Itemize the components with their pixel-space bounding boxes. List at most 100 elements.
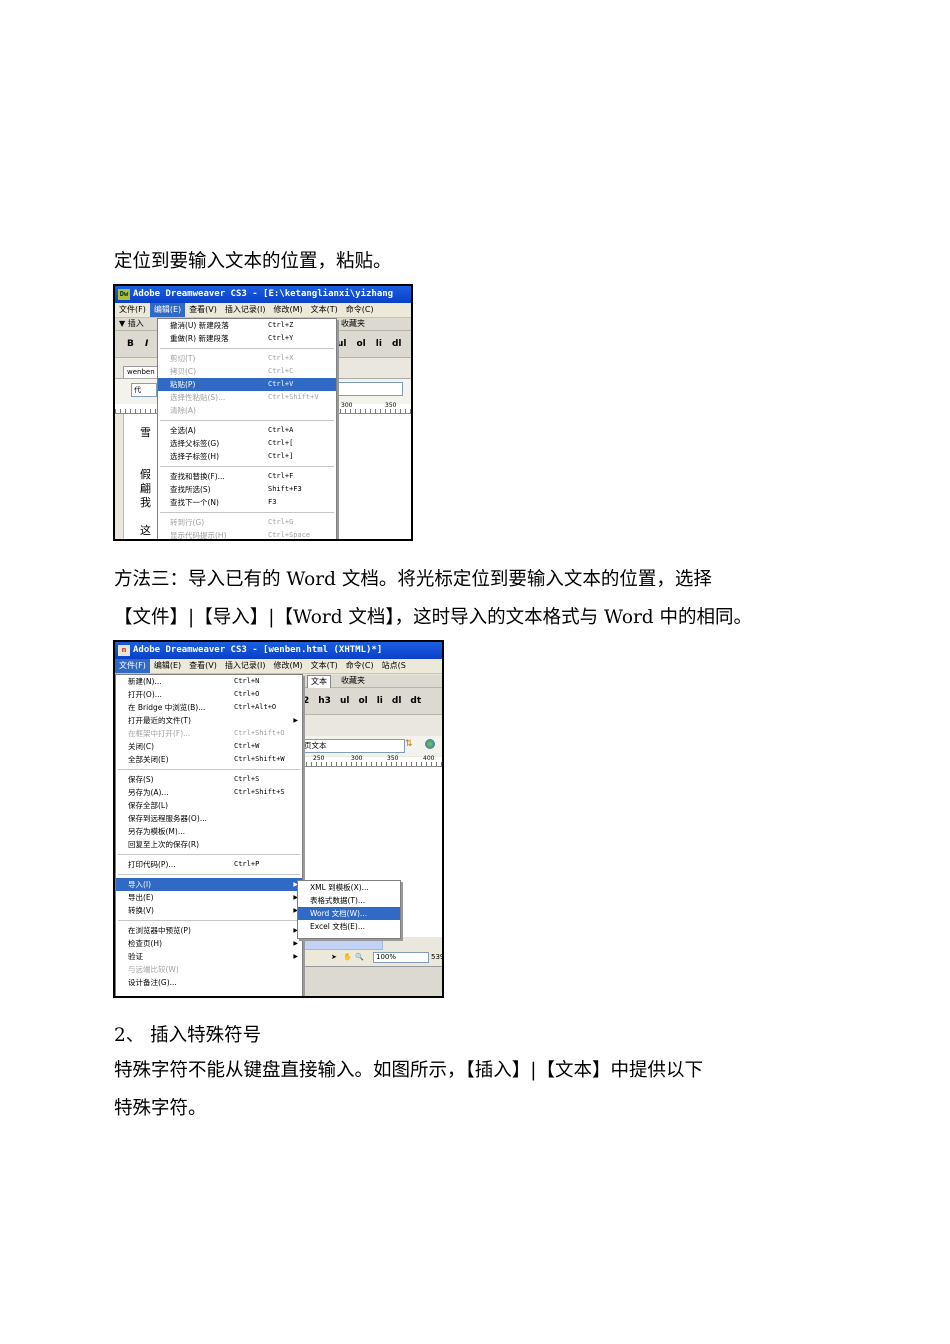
toolbar-button-dt[interactable]: dt	[410, 696, 421, 706]
menu-0[interactable]: 文件(F)	[115, 303, 150, 317]
ruler-mark: 350	[385, 402, 397, 409]
menu-item[interactable]: XML 到模板(X)...	[298, 881, 400, 894]
toolbar-button-ul[interactable]: ul	[337, 339, 347, 349]
menu-item[interactable]: 另存为模板(M)...	[116, 825, 302, 838]
menu-1[interactable]: 编辑(E)	[150, 659, 185, 673]
screenshot-file-menu: m Adobe Dreamweaver CS3 - [wenben.html (X…	[113, 640, 444, 998]
menu-item-shortcut: Ctrl+N	[234, 677, 260, 685]
menu-item-shortcut: Ctrl+Space	[268, 531, 311, 539]
menu-7[interactable]: 站点(S	[378, 659, 410, 673]
menu-item[interactable]: 在浏览器中预览(P) ▶	[116, 924, 302, 937]
title-field[interactable]: 页文本	[301, 739, 405, 753]
menu-item[interactable]: 清除(A)	[158, 404, 336, 417]
menu-item[interactable]: 设计备注(G)...	[116, 976, 302, 989]
select-tool-icon[interactable]: ➤	[331, 950, 337, 964]
menu-item[interactable]: 在框架中打开(F)... Ctrl+Shift+O	[116, 727, 302, 740]
menu-item-shortcut: Ctrl+[	[268, 439, 294, 447]
menu-item[interactable]: 转到行(G) Ctrl+G	[158, 516, 336, 529]
menu-5[interactable]: 文本(T)	[307, 659, 342, 673]
menu-item[interactable]: 保存(S) Ctrl+S	[116, 773, 302, 786]
menu-item[interactable]: Word 文档(W)...	[298, 907, 400, 920]
zoom-tool-icon[interactable]: 🔍	[355, 950, 364, 964]
menu-item[interactable]: 保存到远程服务器(O)...	[116, 812, 302, 825]
toolbar-button-li[interactable]: li	[377, 696, 383, 706]
menu-item[interactable]: 粘贴(P) Ctrl+V	[158, 378, 336, 391]
menu-4[interactable]: 修改(M)	[269, 659, 306, 673]
favorites-tab[interactable]: 收藏夹	[341, 318, 365, 330]
insert-tab[interactable]: ▼ 插入	[119, 318, 144, 330]
menu-6[interactable]: 命令(C)	[342, 659, 378, 673]
menu-item[interactable]: 另存为(A)... Ctrl+Shift+S	[116, 786, 302, 799]
menu-item[interactable]: 与远端比较(W)	[116, 963, 302, 976]
menu-item-label: 导入(I)	[128, 880, 152, 889]
toolbar-button-ol[interactable]: ol	[357, 339, 366, 349]
tab-text[interactable]: 文本	[307, 675, 331, 689]
toolbar-button-dl[interactable]: dl	[392, 696, 402, 706]
menu-item[interactable]: 选择性粘贴(S)... Ctrl+Shift+V	[158, 391, 336, 404]
menu-item[interactable]: 打开(O)... Ctrl+O	[116, 688, 302, 701]
menu-item[interactable]: 导出(E) ▶	[116, 891, 302, 904]
code-view-button[interactable]: 代	[131, 383, 157, 397]
toolbar-button-dl[interactable]: dl	[392, 339, 402, 349]
menu-item[interactable]: 查找下一个(N) F3	[158, 496, 336, 509]
menu-item[interactable]: 重做(R) 新建段落 Ctrl+Y	[158, 332, 336, 345]
menu-2[interactable]: 查看(V)	[185, 659, 221, 673]
menu-5[interactable]: 文本(T)	[307, 303, 342, 317]
horizontal-scrollbar[interactable]	[301, 940, 383, 950]
menu-item-label: 验证	[128, 952, 143, 961]
menu-item[interactable]: 转换(V) ▶	[116, 904, 302, 917]
ruler-mark: 250	[313, 755, 325, 762]
menu-item-label: 在 Bridge 中浏览(B)...	[128, 703, 206, 712]
menu-item-shortcut: Ctrl+Alt+O	[234, 703, 277, 711]
globe-icon[interactable]	[425, 739, 435, 749]
menu-item[interactable]: 在 Bridge 中浏览(B)... Ctrl+Alt+O	[116, 701, 302, 714]
toolbar-button-ol[interactable]: ol	[358, 696, 367, 706]
menu-item[interactable]: 全部关闭(E) Ctrl+Shift+W	[116, 753, 302, 766]
text-toolbar: 2 h3 ul ol li dl dt	[301, 688, 442, 715]
italic-button[interactable]: I	[145, 331, 148, 357]
menu-1[interactable]: 编辑(E)	[149, 303, 186, 317]
menu-item[interactable]: 关闭(C) Ctrl+W	[116, 740, 302, 753]
menu-item[interactable]: 显示代码提示(H) Ctrl+Space	[158, 529, 336, 539]
menu-item[interactable]: 打印代码(P)... Ctrl+P	[116, 858, 302, 871]
menu-item[interactable]: 剪切(T) Ctrl+X	[158, 352, 336, 365]
menu-2[interactable]: 查看(V)	[185, 303, 221, 317]
file-management-icon[interactable]: ⇅	[405, 739, 413, 749]
menu-3[interactable]: 插入记录(I)	[221, 303, 270, 317]
menu-item[interactable]: 选择父标签(G) Ctrl+[	[158, 437, 336, 450]
menu-item[interactable]: 撤消(U) 新建段落 Ctrl+Z	[158, 319, 336, 332]
menu-item[interactable]: 全选(A) Ctrl+A	[158, 424, 336, 437]
submenu-arrow-icon: ▶	[293, 953, 298, 960]
menu-item[interactable]: 新建(N)... Ctrl+N	[116, 675, 302, 688]
horizontal-ruler: 250 300 350 400	[301, 755, 442, 767]
bold-button[interactable]: B	[127, 331, 134, 357]
title-field[interactable]	[337, 382, 403, 396]
toolbar-button-li[interactable]: li	[376, 339, 382, 349]
menu-item[interactable]: 打开最近的文件(T) ▶	[116, 714, 302, 727]
ruler-mark: 300	[341, 402, 353, 409]
toolbar-button-2[interactable]: 2	[303, 696, 309, 706]
menu-item[interactable]: 查找所选(S) Shift+F3	[158, 483, 336, 496]
paragraph-special-chars-end: 特殊字符。	[114, 1098, 207, 1119]
menu-item[interactable]: 拷贝(C) Ctrl+C	[158, 365, 336, 378]
menu-item[interactable]: 导入(I) ▶	[116, 878, 302, 891]
menu-separator	[118, 854, 300, 855]
menu-item[interactable]: 查找和替换(F)... Ctrl+F	[158, 470, 336, 483]
zoom-select[interactable]: 100%	[373, 952, 429, 963]
menu-6[interactable]: 命令(C)	[342, 303, 378, 317]
toolbar-button-h3[interactable]: h3	[318, 696, 331, 706]
menu-item[interactable]: 表格式数据(T)...	[298, 894, 400, 907]
hand-tool-icon[interactable]: ✋	[343, 950, 352, 964]
menu-item[interactable]: 检查页(H) ▶	[116, 937, 302, 950]
menu-item[interactable]: 回复至上次的保存(R)	[116, 838, 302, 851]
toolbar-button-ul[interactable]: ul	[340, 696, 350, 706]
menu-item[interactable]: 选择子标签(H) Ctrl+]	[158, 450, 336, 463]
menu-item-label: 重做(R) 新建段落	[170, 334, 229, 343]
menu-item[interactable]: Excel 文档(E)...	[298, 920, 400, 933]
menu-0[interactable]: 文件(F)	[115, 659, 150, 673]
tab-favorites[interactable]: 收藏夹	[341, 675, 365, 687]
menu-3[interactable]: 插入记录(I)	[221, 659, 270, 673]
menu-item[interactable]: 保存全部(L)	[116, 799, 302, 812]
menu-item[interactable]: 验证 ▶	[116, 950, 302, 963]
menu-4[interactable]: 修改(M)	[269, 303, 306, 317]
